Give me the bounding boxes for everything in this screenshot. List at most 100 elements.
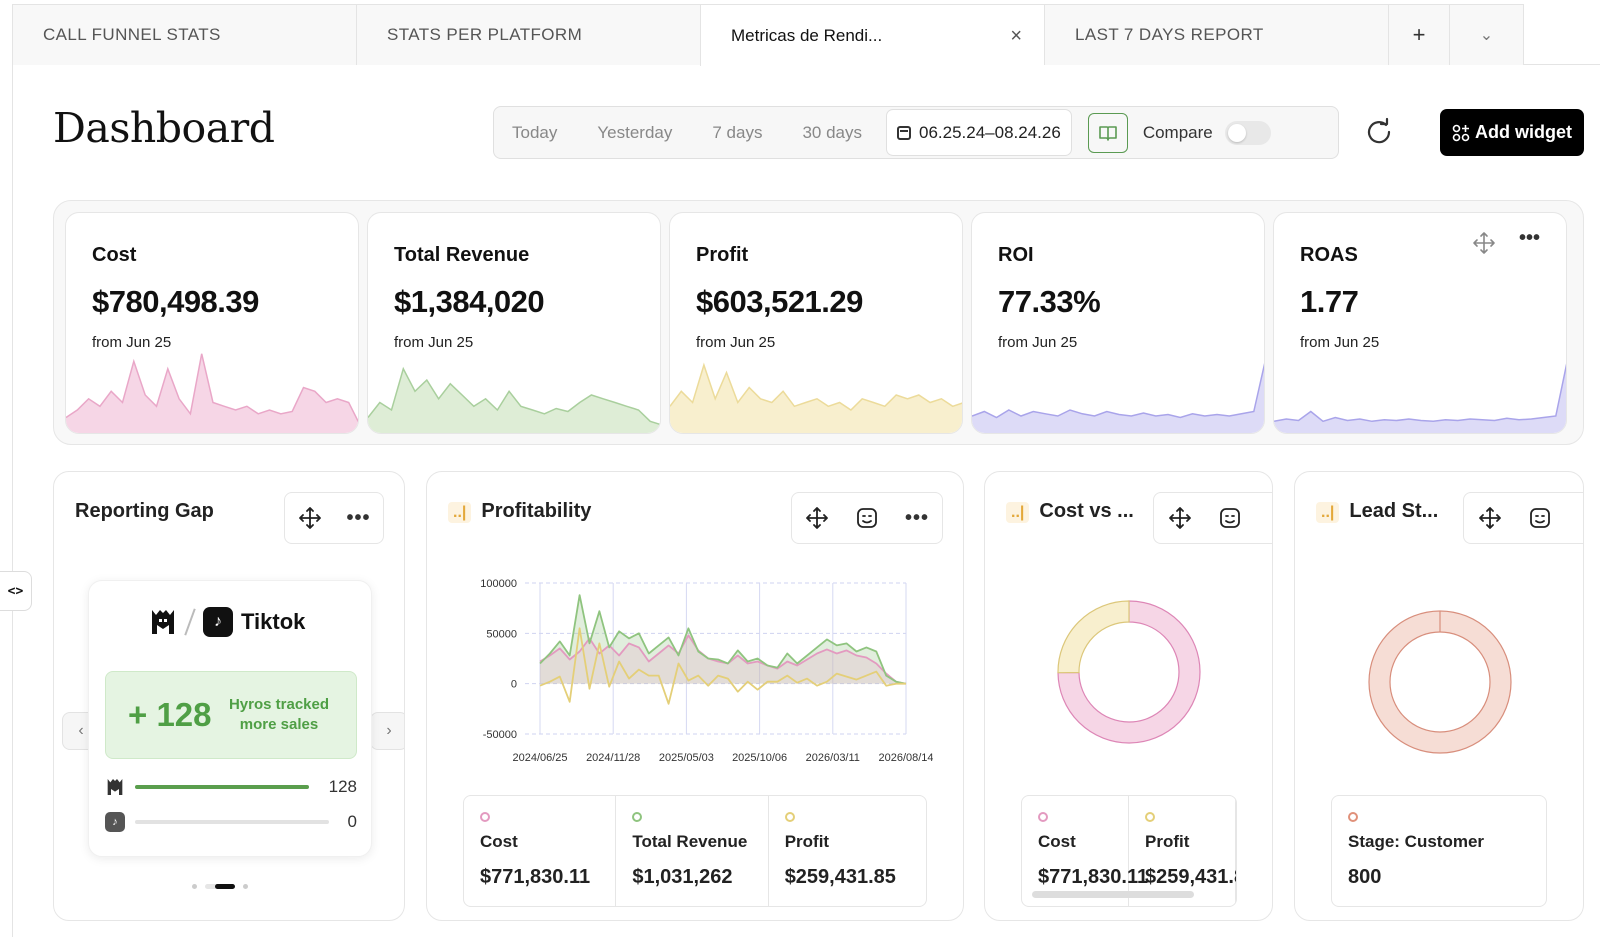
lead-stages-card: ..| Lead St... Stage: Customer 800: [1294, 471, 1584, 921]
kpi-value: $780,498.39: [92, 284, 259, 319]
legend-item-cost: Cost $771,830.11: [464, 796, 617, 906]
tab-menu-button[interactable]: ⌄: [1450, 4, 1524, 65]
ai-face-icon[interactable]: [847, 498, 887, 538]
hyros-count-bar: [135, 785, 309, 789]
chevron-down-icon: ⌄: [1479, 27, 1494, 44]
legend-value: $771,830.11: [480, 866, 591, 888]
close-icon[interactable]: ×: [1010, 25, 1022, 48]
range-yesterday-button[interactable]: Yesterday: [577, 123, 692, 143]
widgets-icon: [1452, 124, 1470, 141]
donut-outline: [1389, 631, 1491, 733]
date-range-bar: Today Yesterday 7 days 30 days 06.25.24–…: [493, 106, 1339, 159]
sparkline-area: [972, 366, 1264, 433]
legend-name: Total Revenue: [632, 832, 748, 851]
move-icon[interactable]: [290, 498, 330, 538]
donut-slice: [1369, 611, 1511, 753]
tab-metricas-de-rendimiento[interactable]: Metricas de Rendi... ×: [700, 4, 1044, 66]
tab-label: STATS PER PLATFORM: [387, 25, 583, 44]
profitability-legend: Cost $771,830.11 Total Revenue $1,031,26…: [463, 795, 927, 907]
tracked-diff-value: + 128: [128, 696, 212, 733]
reporting-gap-card: Reporting Gap ••• ‹ › ♪ Tiktok + 128 Hyr…: [53, 471, 405, 921]
horizontal-scrollbar[interactable]: [1032, 891, 1194, 898]
sparkline-chart: [972, 362, 1264, 433]
compare-toggle[interactable]: [1224, 120, 1271, 145]
add-tab-button[interactable]: +: [1388, 4, 1450, 65]
kpi-card-profit[interactable]: Profit $603,521.29 from Jun 25: [669, 212, 963, 434]
x-tick-label: 2024/06/25: [512, 752, 567, 764]
card-title: ..| Cost vs ...: [1006, 500, 1134, 523]
tracked-diff-box: + 128 Hyros tracked more sales: [105, 671, 357, 759]
ai-face-icon[interactable]: [1520, 498, 1560, 538]
pager-dot[interactable]: [192, 884, 197, 889]
pager-dot-active[interactable]: [215, 884, 235, 889]
pager-dot[interactable]: [243, 884, 248, 889]
y-tick-label: 100000: [480, 578, 517, 590]
move-icon[interactable]: [1160, 498, 1200, 538]
more-options-icon[interactable]: •••: [897, 498, 937, 538]
book-button[interactable]: [1087, 112, 1128, 153]
kpi-card-total-revenue[interactable]: Total Revenue $1,384,020 from Jun 25: [367, 212, 661, 434]
lead-stages-donut-chart: [1368, 610, 1512, 754]
range-30-days-button[interactable]: 30 days: [782, 123, 882, 143]
add-widget-button[interactable]: Add widget: [1440, 109, 1584, 156]
y-tick-label: -50000: [483, 729, 517, 741]
kpi-value: $1,384,020: [394, 284, 545, 319]
legend-marker: [784, 812, 795, 822]
refresh-button[interactable]: [1364, 117, 1394, 147]
profitability-line-chart: 100000 50000 0 -50000 2024/06/25 2024/11/28 20…: [480, 578, 933, 764]
legend-marker: [480, 812, 490, 822]
tab-bar: CALL FUNNEL STATS STATS PER PLATFORM Met…: [12, 4, 1600, 66]
card-title-text: Lead St...: [1349, 500, 1439, 522]
next-slide-button[interactable]: ›: [370, 712, 404, 750]
plus-icon: +: [1412, 22, 1426, 47]
card-title: Reporting Gap: [75, 500, 214, 522]
kpi-label: Total Revenue: [394, 244, 530, 266]
range-7-days-button[interactable]: 7 days: [692, 123, 782, 143]
more-options-icon[interactable]: •••: [1519, 227, 1540, 250]
tab-stats-per-platform[interactable]: STATS PER PLATFORM: [356, 4, 700, 65]
refresh-icon: [1367, 117, 1391, 144]
kpi-card-roas[interactable]: ROAS 1.77 from Jun 25 •••: [1273, 212, 1567, 434]
move-icon[interactable]: [797, 498, 837, 538]
x-tick-label: 2026/03/11: [806, 752, 860, 764]
range-today-button[interactable]: Today: [494, 123, 577, 143]
card-toolbar: •••: [284, 492, 384, 544]
tab-last-7-days-report[interactable]: LAST 7 DAYS REPORT: [1044, 4, 1388, 65]
y-tick-label: 0: [511, 679, 517, 691]
chevron-right-icon: ›: [386, 722, 392, 739]
tracked-diff-text: Hyros tracked more sales: [228, 696, 330, 733]
x-tick-label: 2025/10/06: [732, 752, 787, 764]
ai-face-icon[interactable]: [1210, 498, 1250, 538]
slide-pager: [192, 884, 248, 889]
tiktok-icon: ♪: [105, 812, 125, 832]
legend-value: $259,431.85: [784, 866, 896, 888]
divider-slash: [184, 608, 196, 636]
card-title-text: Profitability: [481, 500, 592, 522]
calendar-icon: [897, 125, 911, 140]
sparkline-area: [368, 368, 660, 433]
tab-label: CALL FUNNEL STATS: [43, 25, 221, 44]
chart-bars-icon: ..|: [1006, 502, 1030, 523]
platform-count: 0: [347, 812, 357, 831]
move-icon[interactable]: [1470, 498, 1510, 538]
platform-header: ♪ Tiktok: [149, 607, 305, 637]
sparkline-chart: [368, 366, 660, 433]
kpi-value: 77.33%: [998, 284, 1101, 319]
card-title: ..| Profitability: [448, 500, 591, 523]
date-range-picker[interactable]: 06.25.24–08.24.26: [886, 109, 1072, 156]
tab-call-funnel-stats[interactable]: CALL FUNNEL STATS: [12, 4, 356, 65]
tab-label: LAST 7 DAYS REPORT: [1075, 25, 1264, 44]
platform-count-row: ♪ 0: [105, 812, 357, 832]
x-tick-label: 2026/08/14: [878, 752, 933, 764]
move-icon[interactable]: [1472, 231, 1496, 260]
kpi-card-roi[interactable]: ROI 77.33% from Jun 25: [971, 212, 1265, 434]
tab-label: Metricas de Rendi...: [731, 25, 883, 45]
hyros-logo-icon: [107, 779, 123, 795]
code-toggle-button[interactable]: <>: [0, 571, 32, 611]
legend-name: Profit: [784, 832, 830, 851]
kpi-value: 1.77: [1300, 284, 1359, 319]
card-title: ..| Lead St...: [1316, 500, 1438, 523]
more-options-icon[interactable]: •••: [339, 498, 379, 538]
kpi-card-cost[interactable]: Cost $780,498.39 from Jun 25: [65, 212, 359, 434]
sparkline-chart: [1274, 363, 1566, 433]
